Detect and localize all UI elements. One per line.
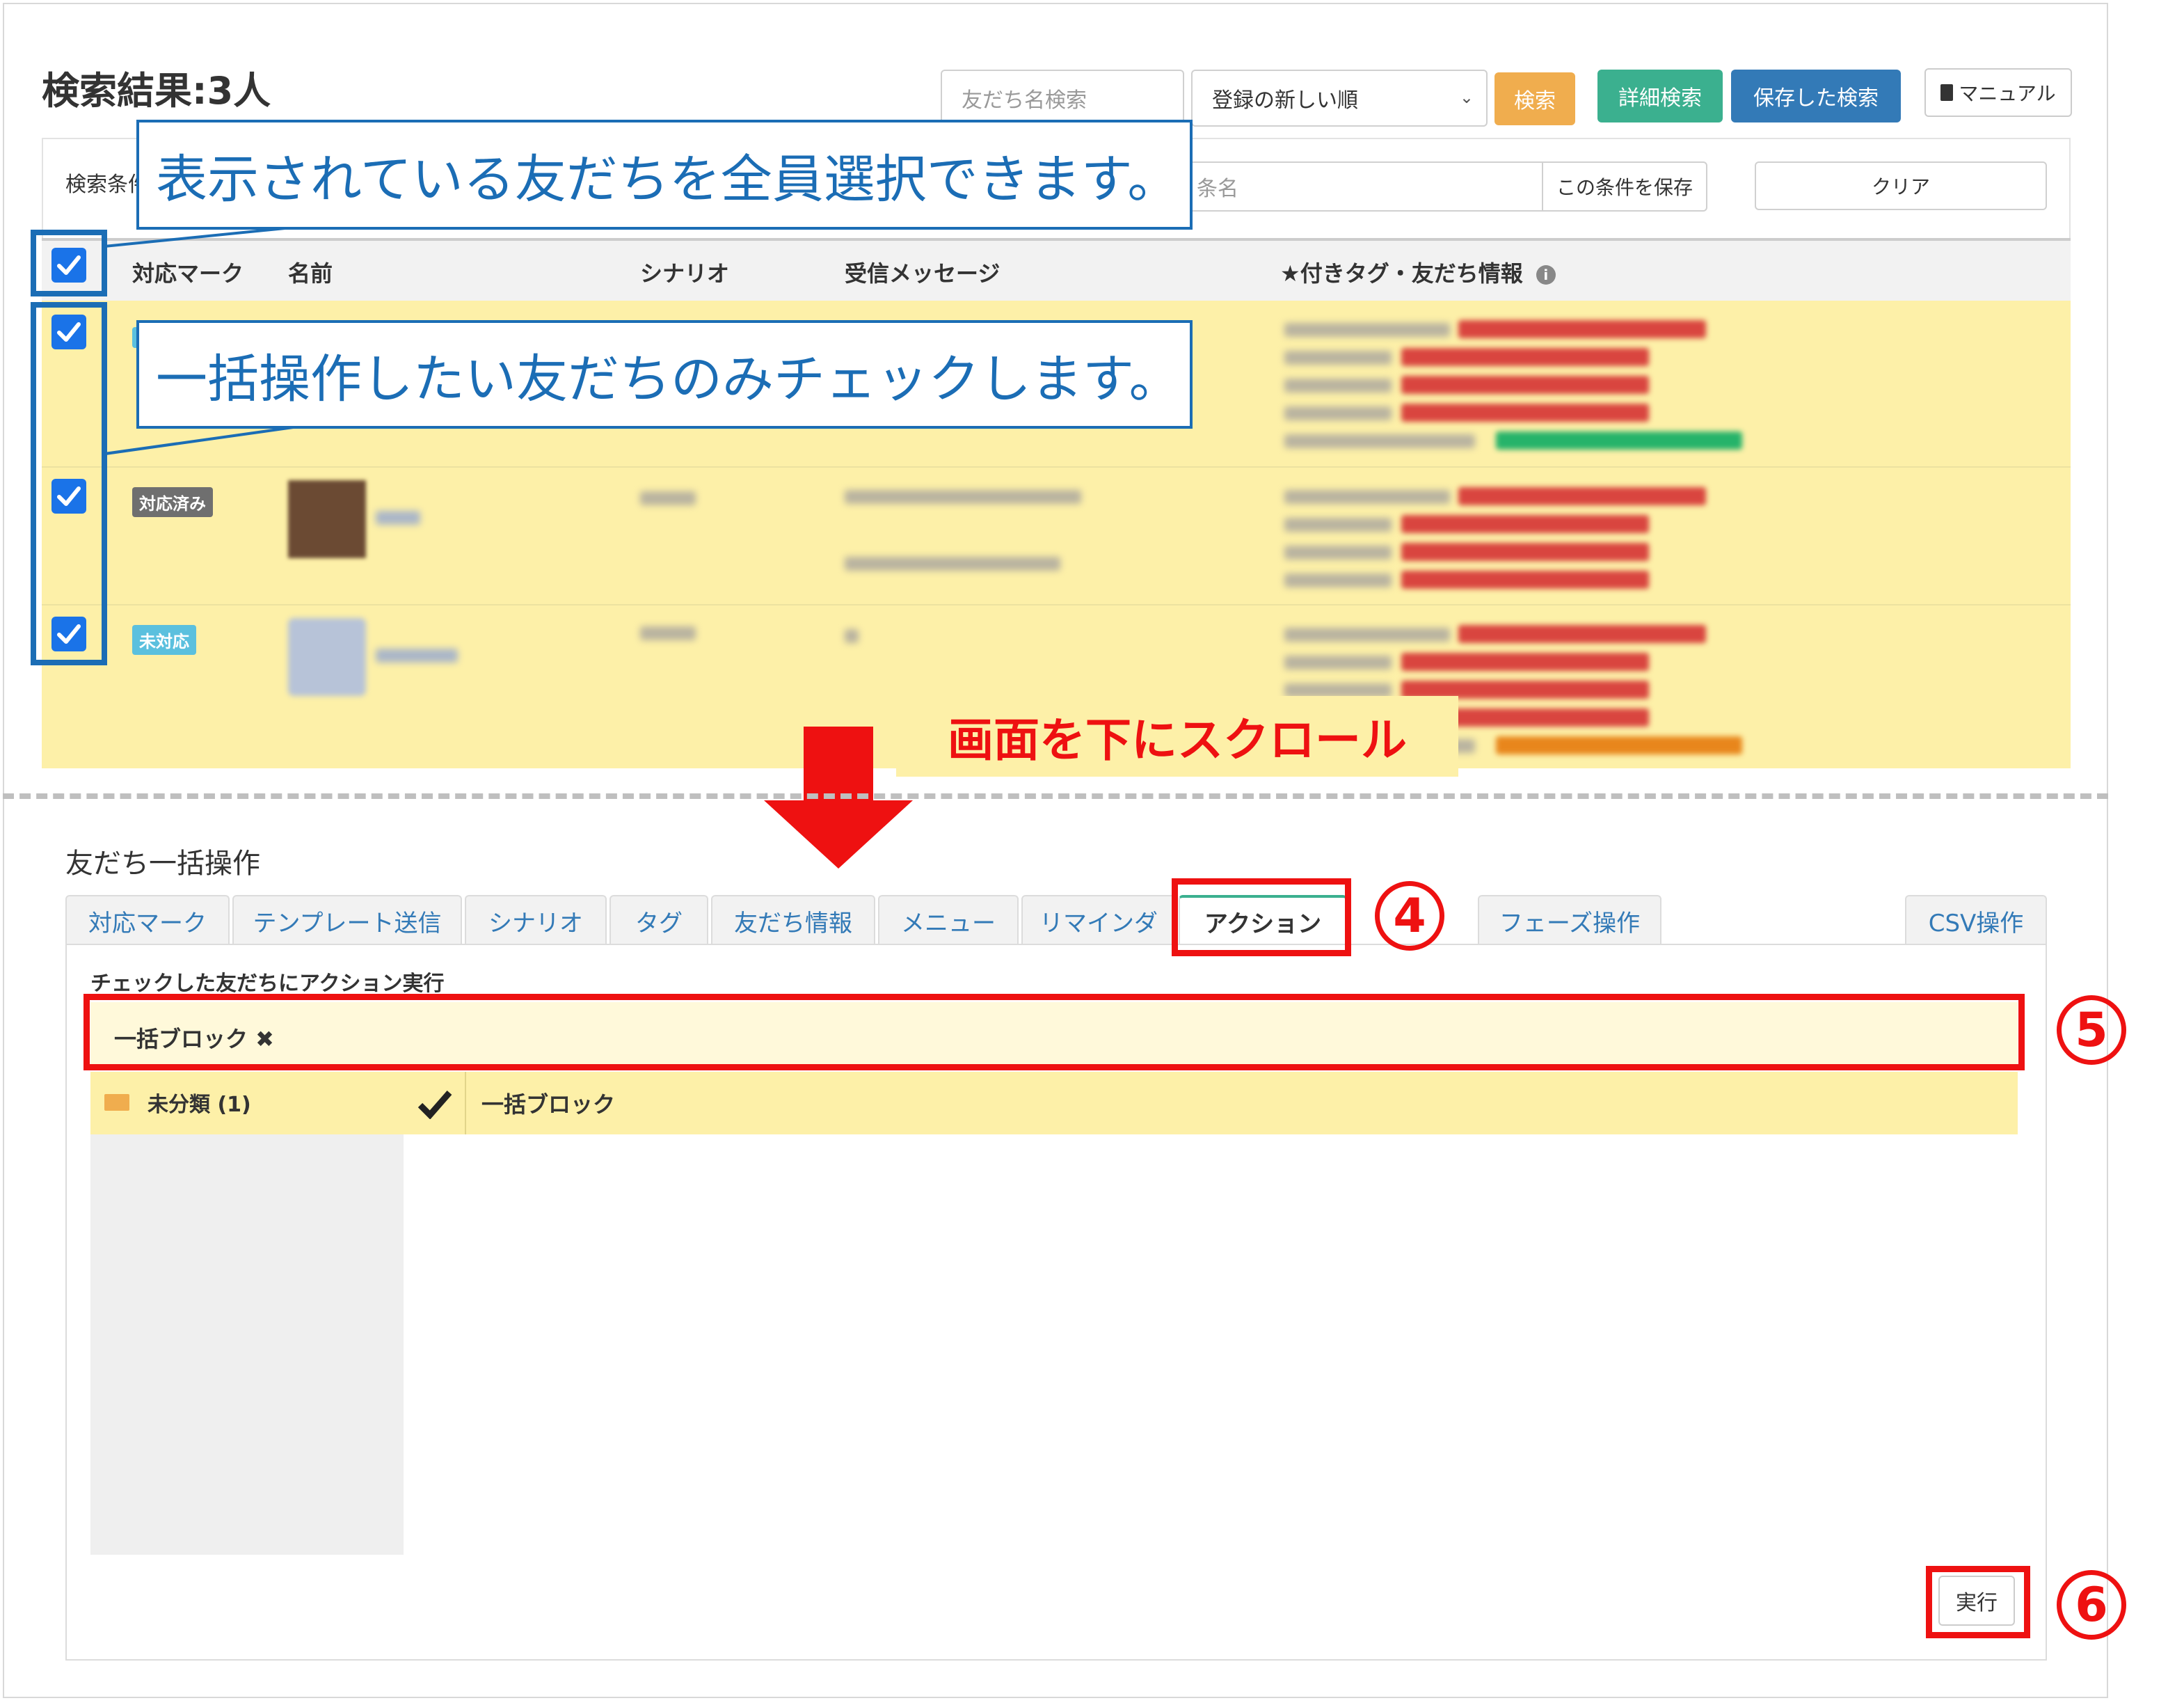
section-title: チェックした友だちにアクション実行 [90,972,445,996]
book-icon [1940,84,1954,101]
tab-menu[interactable]: メニュー [878,895,1019,945]
blurred-tag-label [1284,379,1392,393]
blurred-tag [1401,515,1649,533]
saved-search-button[interactable]: 保存した検索 [1731,70,1901,122]
row-mark-badge: 対応済み [132,487,213,517]
condition-name-placeholder: 条名 [1197,177,1238,201]
row-divider [42,604,2071,605]
info-icon: i [1536,265,1556,285]
folder-name: 未分類 (1) [148,1093,251,1117]
condition-name-input[interactable]: 条名 [1176,161,1545,212]
blurred-tag [1401,348,1649,366]
select-all-callout: 表示されている友だちを全員選択できます。 [136,120,1193,230]
blurred-name [376,511,420,525]
tab-mark[interactable]: 対応マーク [65,895,230,945]
result-title: 検索結果:3人 [42,69,271,113]
detail-search-button[interactable]: 詳細検索 [1597,70,1723,122]
sort-select[interactable]: 登録の新しい順 ⌄ [1191,70,1488,127]
manual-label: マニュアル [1959,82,2056,105]
avatar [288,618,366,696]
blurred-tag-label [1284,323,1450,337]
row-checkboxes-highlight [31,302,107,665]
blurred-tag [1401,543,1649,561]
select-some-callout: 一括操作したい友だちのみチェックします。 [136,320,1193,429]
blurred-name [376,649,458,663]
manual-button[interactable]: マニュアル [1924,68,2072,117]
table-header-row [42,238,2071,301]
col-header-tags: ★付きタグ・友だち情報 i [1280,256,1556,288]
blurred-tag-label [1284,406,1392,420]
blurred-tag-label [1284,573,1392,587]
blurred-tag [1401,653,1649,671]
tab-tag[interactable]: タグ [609,895,708,945]
blurred-tag-label [1284,656,1392,670]
friend-name-search-input[interactable]: 友だち名検索 [941,70,1184,127]
tab-friend-info[interactable]: 友だち情報 [711,895,875,945]
blurred-scenario [640,626,696,640]
col-header-scenario: シナリオ [640,260,730,287]
blurred-tag-label [1284,434,1475,448]
blurred-tag [1458,625,1706,643]
tab-scenario[interactable]: シナリオ [465,895,607,945]
row-mark-badge: 未対応 [132,625,196,655]
folder-divider [465,1072,466,1134]
select-all-highlight [31,230,107,296]
blurred-tag-label [1284,351,1392,365]
folder-item[interactable]: 未分類 (1) [104,1087,251,1118]
search-placeholder: 友だち名検索 [962,88,1087,113]
col-header-tags-label: ★付きタグ・友だち情報 [1280,260,1523,287]
blurred-tag [1496,431,1742,450]
folder-action-row [90,1072,2018,1134]
tab-phase[interactable]: フェーズ操作 [1478,895,1661,945]
col-header-message: 受信メッセージ [845,260,1001,287]
selected-action-highlight [83,994,2025,1070]
scroll-label: 画面を下にスクロール [896,696,1458,777]
step-4-label: 4 [1375,881,1444,951]
blurred-scenario [640,491,696,505]
blurred-tag [1401,571,1649,589]
action-tab-highlight [1172,878,1351,956]
row-divider [42,466,2071,468]
folder-icon [104,1094,129,1111]
step-6-label: 6 [2057,1570,2126,1640]
save-condition-button[interactable]: この条件を保存 [1542,161,1707,212]
blurred-tag [1401,376,1649,394]
blurred-tag [1401,404,1649,422]
blurred-message [845,490,1081,504]
blurred-tag [1458,320,1706,338]
folder-list-panel [90,1134,404,1555]
chevron-down-icon: ⌄ [1459,88,1474,107]
search-button[interactable]: 検索 [1494,72,1575,125]
tab-template[interactable]: テンプレート送信 [232,895,462,945]
section-separator [3,793,2108,799]
blurred-tag-label [1284,628,1450,642]
run-button-highlight [1926,1566,2030,1638]
blurred-message [845,629,859,643]
step-5-label: 5 [2057,995,2126,1065]
blurred-tag-label [1284,546,1392,560]
col-header-name: 名前 [288,260,333,287]
clear-button[interactable]: クリア [1755,161,2047,210]
blurred-tag [1458,487,1706,505]
tab-csv[interactable]: CSV操作 [1905,895,2047,945]
action-item[interactable]: 一括ブロック [481,1087,615,1119]
bulk-title: 友だち一括操作 [65,848,260,880]
col-header-mark: 対応マーク [132,260,244,287]
blurred-tag-label [1284,683,1392,697]
avatar [288,480,366,558]
blurred-tag-label [1284,490,1450,504]
blurred-tag [1496,736,1742,754]
sort-select-value: 登録の新しい順 [1212,88,1358,113]
blurred-tag-label [1284,518,1392,532]
tab-reminder[interactable]: リマインダ [1021,895,1176,945]
checkmark-icon [417,1091,452,1119]
blurred-message-date [845,557,1060,571]
